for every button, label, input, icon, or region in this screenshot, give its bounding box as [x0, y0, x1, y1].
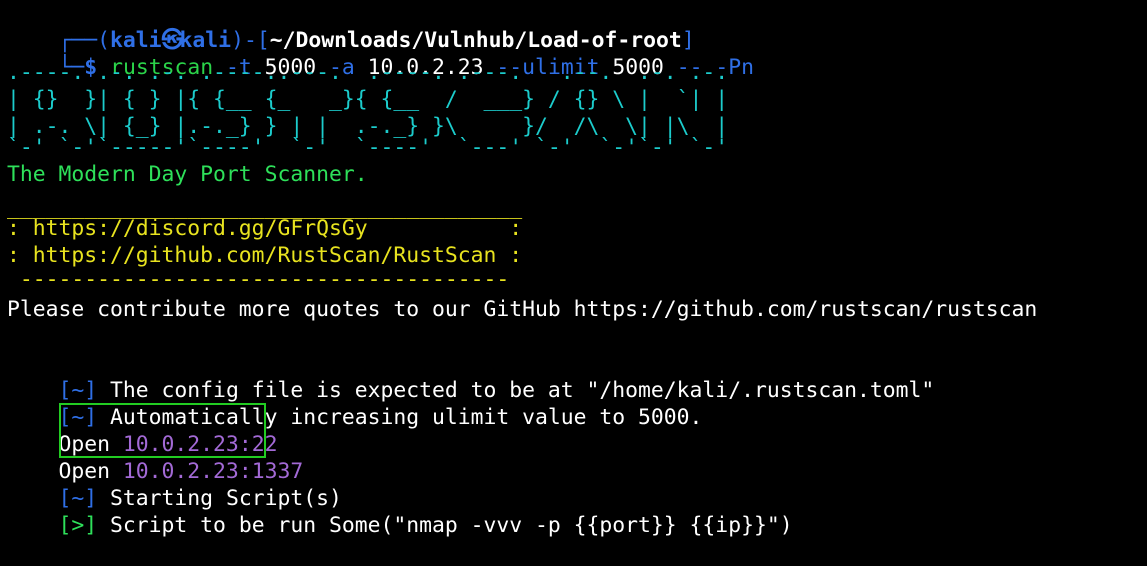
terminal-window[interactable]: ┌──(kali㉿kali)-[~/Downloads/Vulnhub/Load… [0, 0, 1147, 538]
tagline: The Modern Day Port Scanner. [7, 162, 368, 187]
script-line-run: [>] Script to be run Some("nmap -vvv -p … [7, 485, 793, 538]
command-line: └─$ rustscan -t 5000 -a 10.0.2.23 --ulim… [7, 27, 755, 80]
banner-line-2: | {} }| { } |{ {__ {_ _}{ {__ / ___} / {… [7, 87, 729, 112]
links-discord: : https://discord.gg/GFrQsGy : [7, 216, 523, 241]
banner-line-1: .----. .-. .-. .----..---. .----. .---. … [7, 60, 729, 85]
script-line-starting: [~] Starting Script(s) [7, 458, 342, 511]
info-line-ulimit: [~] Automatically increasing ulimit valu… [7, 377, 703, 430]
contribute-line: Please contribute more quotes to our Git… [7, 297, 1038, 322]
links-bottom-rule: -------------------------------------- [7, 267, 510, 292]
info-line-config: [~] The config file is expected to be at… [7, 350, 935, 403]
links-github: : https://github.com/RustScan/RustScan : [7, 243, 523, 268]
script-bracket: [>] [58, 513, 98, 538]
prompt-header-line: ┌──(kali㉿kali)-[~/Downloads/Vulnhub/Load… [7, 0, 695, 53]
terminal-cursor [7, 512, 18, 533]
script-text: Script to be run Some("nmap -vvv -p {{po… [97, 513, 793, 538]
banner-line-4: `-' `-'`-----'`----' `-' `----' `---' `-… [7, 135, 729, 160]
open-ports-highlight-box [59, 403, 266, 458]
